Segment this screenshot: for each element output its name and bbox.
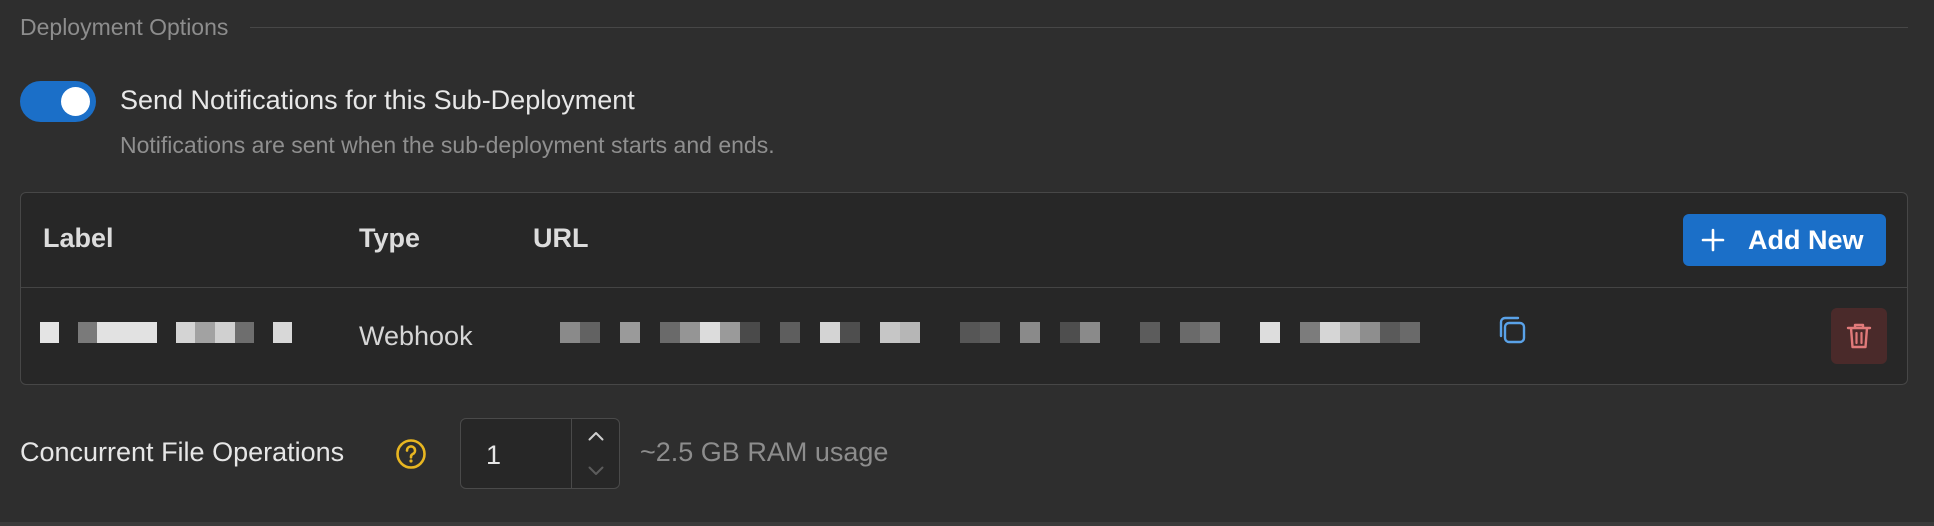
section-header: Deployment Options: [20, 14, 1908, 41]
notifications-toggle[interactable]: [20, 81, 96, 122]
ram-usage-hint: ~2.5 GB RAM usage: [640, 437, 889, 467]
plus-icon: [1701, 228, 1725, 252]
add-new-button[interactable]: Add New: [1683, 214, 1886, 266]
row-url-redacted: [560, 322, 1420, 343]
chevron-down-icon: [588, 466, 603, 475]
column-header-label: Label: [43, 223, 114, 253]
bottom-divider: [0, 522, 1934, 526]
notifications-toggle-label: Send Notifications for this Sub-Deployme…: [120, 85, 635, 115]
toggle-knob: [61, 87, 90, 116]
decrement-button[interactable]: [572, 454, 619, 488]
notifications-table: Label Type URL Add New Webhook: [20, 192, 1908, 385]
delete-row-button[interactable]: [1831, 308, 1887, 364]
column-header-url: URL: [533, 223, 589, 253]
row-type: Webhook: [359, 321, 473, 351]
notifications-description: Notifications are sent when the sub-depl…: [120, 132, 775, 158]
stepper-value[interactable]: 1: [486, 440, 501, 471]
quantity-stepper[interactable]: 1: [460, 418, 620, 489]
add-new-button-label: Add New: [1748, 224, 1864, 255]
chevron-up-icon: [588, 432, 603, 441]
table-header: Label Type URL Add New: [21, 193, 1907, 288]
copy-icon[interactable]: [1496, 314, 1528, 346]
section-title: Deployment Options: [20, 14, 229, 40]
row-label-redacted: [40, 322, 292, 343]
question-circle-icon[interactable]: [395, 438, 427, 470]
table-row: Webhook: [21, 288, 1907, 384]
column-header-type: Type: [359, 223, 421, 253]
trash-icon: [1846, 323, 1872, 349]
concurrent-operations-label: Concurrent File Operations: [20, 437, 345, 467]
section-divider: [250, 27, 1908, 28]
increment-button[interactable]: [572, 419, 619, 453]
